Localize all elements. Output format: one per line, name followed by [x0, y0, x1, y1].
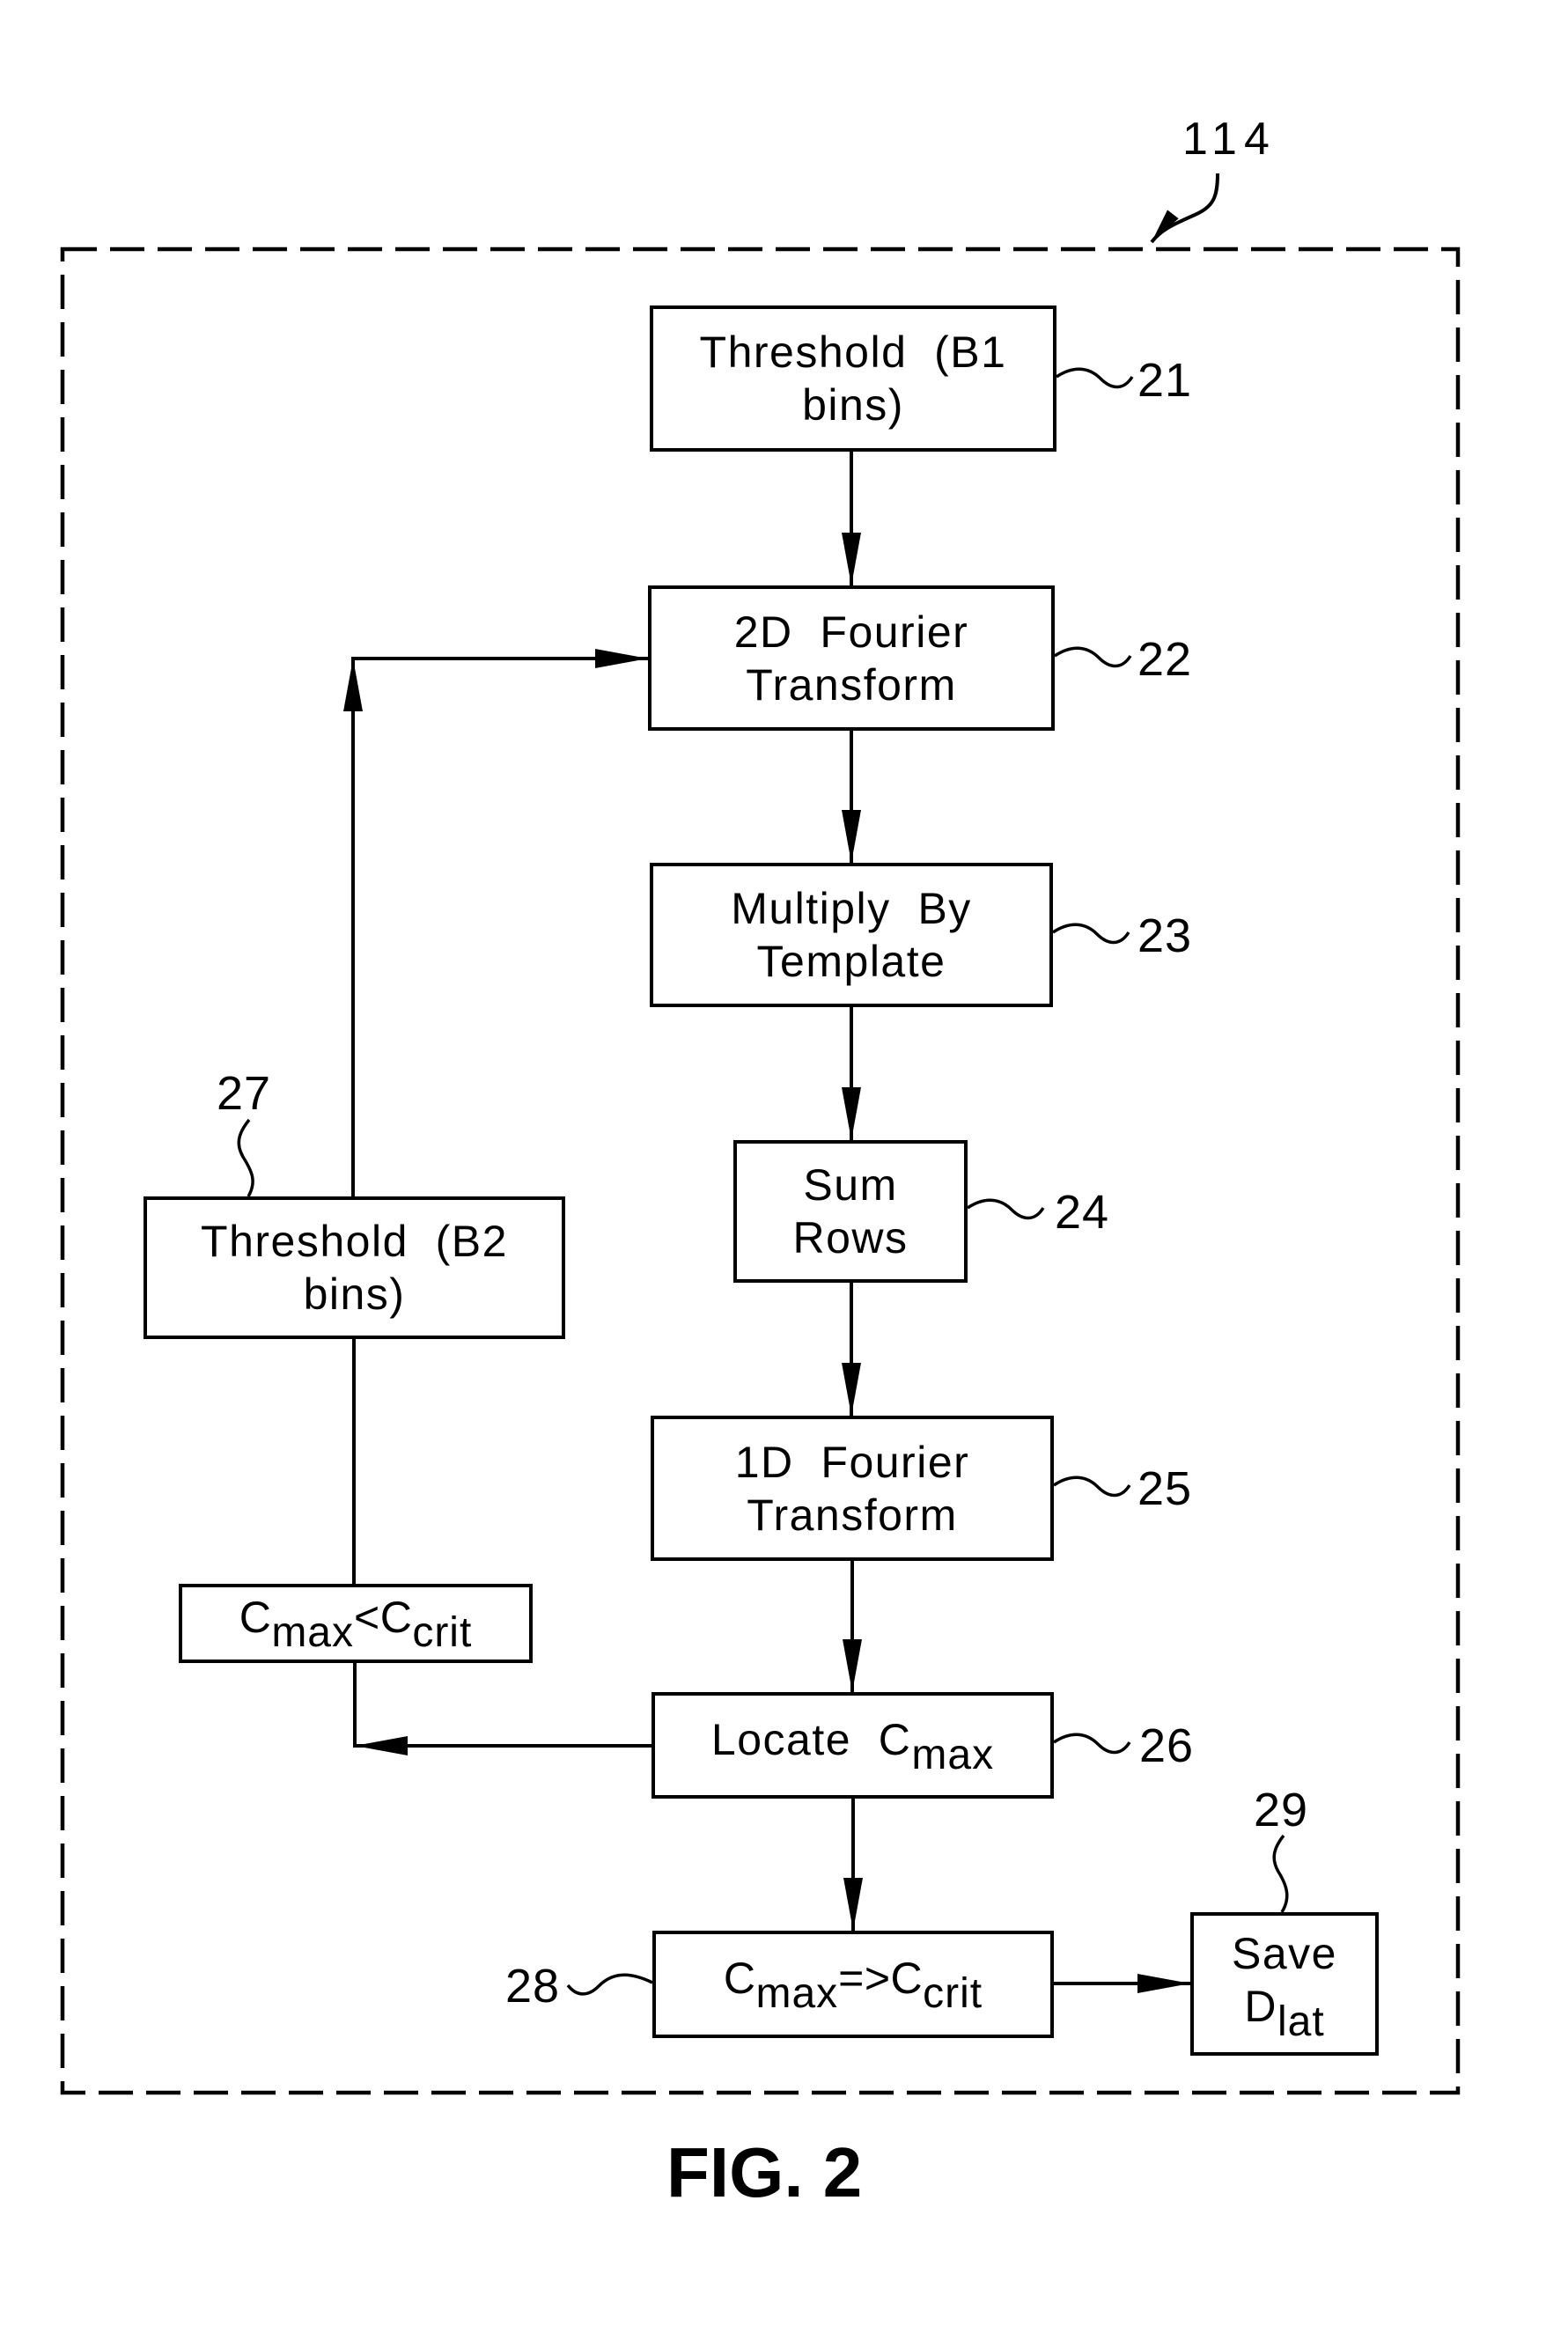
- condition-cmax-less-than-ccrit: Cmax<Ccrit: [179, 1584, 533, 1663]
- condition-pass-text: Cmax=>Ccrit: [723, 1952, 983, 2015]
- ref-label-26: 26: [1139, 1719, 1195, 1772]
- ref-label-27: 27: [217, 1067, 272, 1120]
- leader-26: [1053, 1733, 1131, 1755]
- step-save-dlat: Save Dlat: [1190, 1912, 1379, 2056]
- step-sum-rows-line1: Sum: [803, 1160, 898, 1210]
- condition-cmax-ge-ccrit: Cmax=>Ccrit: [652, 1931, 1054, 2038]
- ref-label-21: 21: [1137, 354, 1193, 407]
- cond-pass-c2: C: [890, 1954, 924, 2003]
- save-d-subscript: lat: [1277, 1998, 1325, 2045]
- step-threshold-b1-line1: Threshold (B1: [699, 328, 1007, 377]
- step-threshold-b2: Threshold (B2 bins): [144, 1196, 565, 1339]
- step-threshold-b1: Threshold (B1 bins): [650, 305, 1056, 452]
- leader-25: [1053, 1476, 1131, 1498]
- cond-fail-c1: C: [239, 1593, 272, 1642]
- leader-21: [1056, 367, 1134, 389]
- step-save-line2: Dlat: [1244, 1980, 1324, 2043]
- ref-label-23: 23: [1137, 909, 1193, 962]
- leader-114: [1150, 173, 1219, 244]
- step-multiply-by-template: Multiply By Template: [650, 863, 1053, 1007]
- cond-fail-sub1: max: [271, 1609, 354, 1656]
- step-threshold-b2-line1: Threshold (B2: [201, 1217, 508, 1266]
- cond-pass-sub2: crit: [923, 1970, 983, 2017]
- step-2d-fourier-line1: 2D Fourier: [733, 607, 969, 657]
- step-multiply-line2: Template: [756, 937, 946, 986]
- figure-caption: FIG. 2: [666, 2133, 863, 2212]
- step-locate-cmax-text: Locate Cmax: [710, 1713, 994, 1777]
- leader-23: [1052, 923, 1130, 945]
- ref-label-25: 25: [1137, 1462, 1193, 1515]
- step-1d-fourier-line2: Transform: [747, 1490, 958, 1540]
- leader-24: [967, 1198, 1045, 1220]
- ref-label-114: 114: [1182, 114, 1277, 165]
- leader-22: [1054, 646, 1132, 668]
- figure-canvas: 114 21 22 23 24 25 26 27 28 29 Threshold…: [0, 0, 1568, 2333]
- step-locate-cmax: Locate Cmax: [651, 1692, 1054, 1799]
- save-d-text: D: [1244, 1981, 1277, 2031]
- step-threshold-b1-line2: bins): [802, 380, 904, 430]
- step-sum-rows: Sum Rows: [733, 1140, 968, 1283]
- ref-label-29: 29: [1254, 1784, 1309, 1836]
- ref-label-22: 22: [1137, 633, 1193, 686]
- cond-fail-sub2: crit: [412, 1609, 473, 1656]
- step-1d-fourier-transform: 1D Fourier Transform: [651, 1416, 1054, 1561]
- locate-c-subscript: max: [911, 1731, 995, 1778]
- locate-c-text: Locate C: [710, 1714, 912, 1764]
- condition-fail-text: Cmax<Ccrit: [239, 1591, 473, 1654]
- step-multiply-line1: Multiply By: [731, 884, 972, 933]
- cond-pass-sub1: max: [755, 1970, 839, 2017]
- leader-29: [1272, 1834, 1289, 1913]
- leader-27: [237, 1118, 254, 1197]
- step-2d-fourier-line2: Transform: [746, 659, 957, 710]
- step-threshold-b2-line2: bins): [303, 1270, 406, 1319]
- ref-label-24: 24: [1055, 1186, 1110, 1239]
- cond-pass-c1: C: [723, 1954, 756, 2003]
- leader-28: [566, 1973, 653, 1996]
- cond-fail-operator: <: [354, 1593, 380, 1642]
- step-2d-fourier-transform: 2D Fourier Transform: [648, 585, 1055, 731]
- cond-fail-c2: C: [379, 1593, 413, 1642]
- step-1d-fourier-line1: 1D Fourier: [734, 1437, 970, 1487]
- step-save-line1: Save: [1232, 1928, 1337, 1978]
- ref-label-28: 28: [505, 1960, 561, 2013]
- cond-pass-operator: =>: [838, 1954, 891, 2003]
- step-sum-rows-line2: Rows: [792, 1213, 909, 1262]
